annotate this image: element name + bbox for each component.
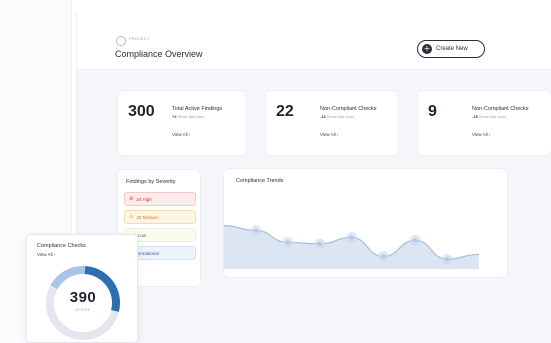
- trend-point[interactable]: [253, 228, 259, 233]
- dashboard: PROJECT Compliance Overview + Create New…: [76, 12, 551, 343]
- compliance-trends-card: Compliance Trends: [223, 168, 508, 278]
- stat-title: Total Active Findings: [172, 106, 223, 112]
- severity-label: 24 High: [136, 196, 152, 202]
- view-all-link[interactable]: View All ›: [472, 132, 490, 137]
- stat-delta-value: -15: [472, 114, 478, 119]
- stat-value: 22: [276, 103, 294, 120]
- stat-delta: -16 Since last scan: [320, 114, 354, 119]
- trend-point[interactable]: [349, 235, 354, 240]
- project-icon: [116, 36, 126, 46]
- stat-delta-value: +2: [172, 114, 177, 119]
- stat-delta-note: Since last scan: [177, 114, 205, 119]
- severity-label: 30 Medium: [136, 214, 159, 220]
- score-value: 390: [69, 289, 97, 306]
- stat-value: 300: [128, 103, 155, 120]
- score-label: SCORE: [75, 308, 91, 312]
- compliance-checks-title: Compliance Checks: [37, 243, 86, 249]
- trend-point[interactable]: [381, 254, 386, 259]
- page-title: Compliance Overview: [115, 49, 203, 59]
- view-all-link[interactable]: View All ›: [172, 132, 190, 137]
- trend-point[interactable]: [285, 240, 290, 245]
- create-new-label: Create New: [436, 46, 468, 52]
- page-header: PROJECT Compliance Overview + Create New: [77, 12, 551, 70]
- stat-title: Non-Compliant Checks: [472, 106, 529, 112]
- warning-triangle-icon: ⚠: [129, 214, 134, 220]
- plus-icon: +: [422, 44, 432, 54]
- trend-point[interactable]: [317, 241, 322, 246]
- view-all-link[interactable]: View All ›: [320, 132, 338, 137]
- alert-circle-icon: ⊘: [129, 196, 134, 202]
- stat-delta-note: Since last scan: [478, 114, 506, 119]
- stat-value: 9: [428, 103, 437, 120]
- trend-point[interactable]: [444, 257, 450, 262]
- stat-card-non-compliant: 22 Non-Compliant Checks -16 Since last s…: [265, 90, 399, 156]
- severity-item-high[interactable]: ⊘ 24 High: [124, 192, 196, 206]
- trend-chart: [224, 225, 480, 269]
- stat-delta-value: -16: [320, 114, 326, 119]
- view-all-link[interactable]: View All ›: [37, 252, 55, 257]
- create-new-button[interactable]: + Create New: [417, 40, 485, 58]
- trend-point[interactable]: [413, 238, 418, 243]
- stat-card-total-findings: 300 Total Active Findings +2 Since last …: [117, 90, 247, 156]
- compliance-checks-card: Compliance Checks View All › 390 SCORE: [26, 234, 138, 343]
- stat-title: Non-Compliant Checks: [320, 106, 377, 112]
- stat-delta-note: Since last scan: [326, 114, 354, 119]
- stat-delta: -15 Since last scan: [472, 114, 506, 119]
- project-label: PROJECT: [129, 36, 150, 41]
- stat-delta: +2 Since last scan: [172, 114, 205, 119]
- severity-title: Findings by Severity: [126, 179, 176, 185]
- stat-card-non-compliant-2: 9 Non-Compliant Checks -15 Since last sc…: [417, 90, 551, 156]
- severity-item-medium[interactable]: ⚠ 30 Medium: [124, 210, 196, 224]
